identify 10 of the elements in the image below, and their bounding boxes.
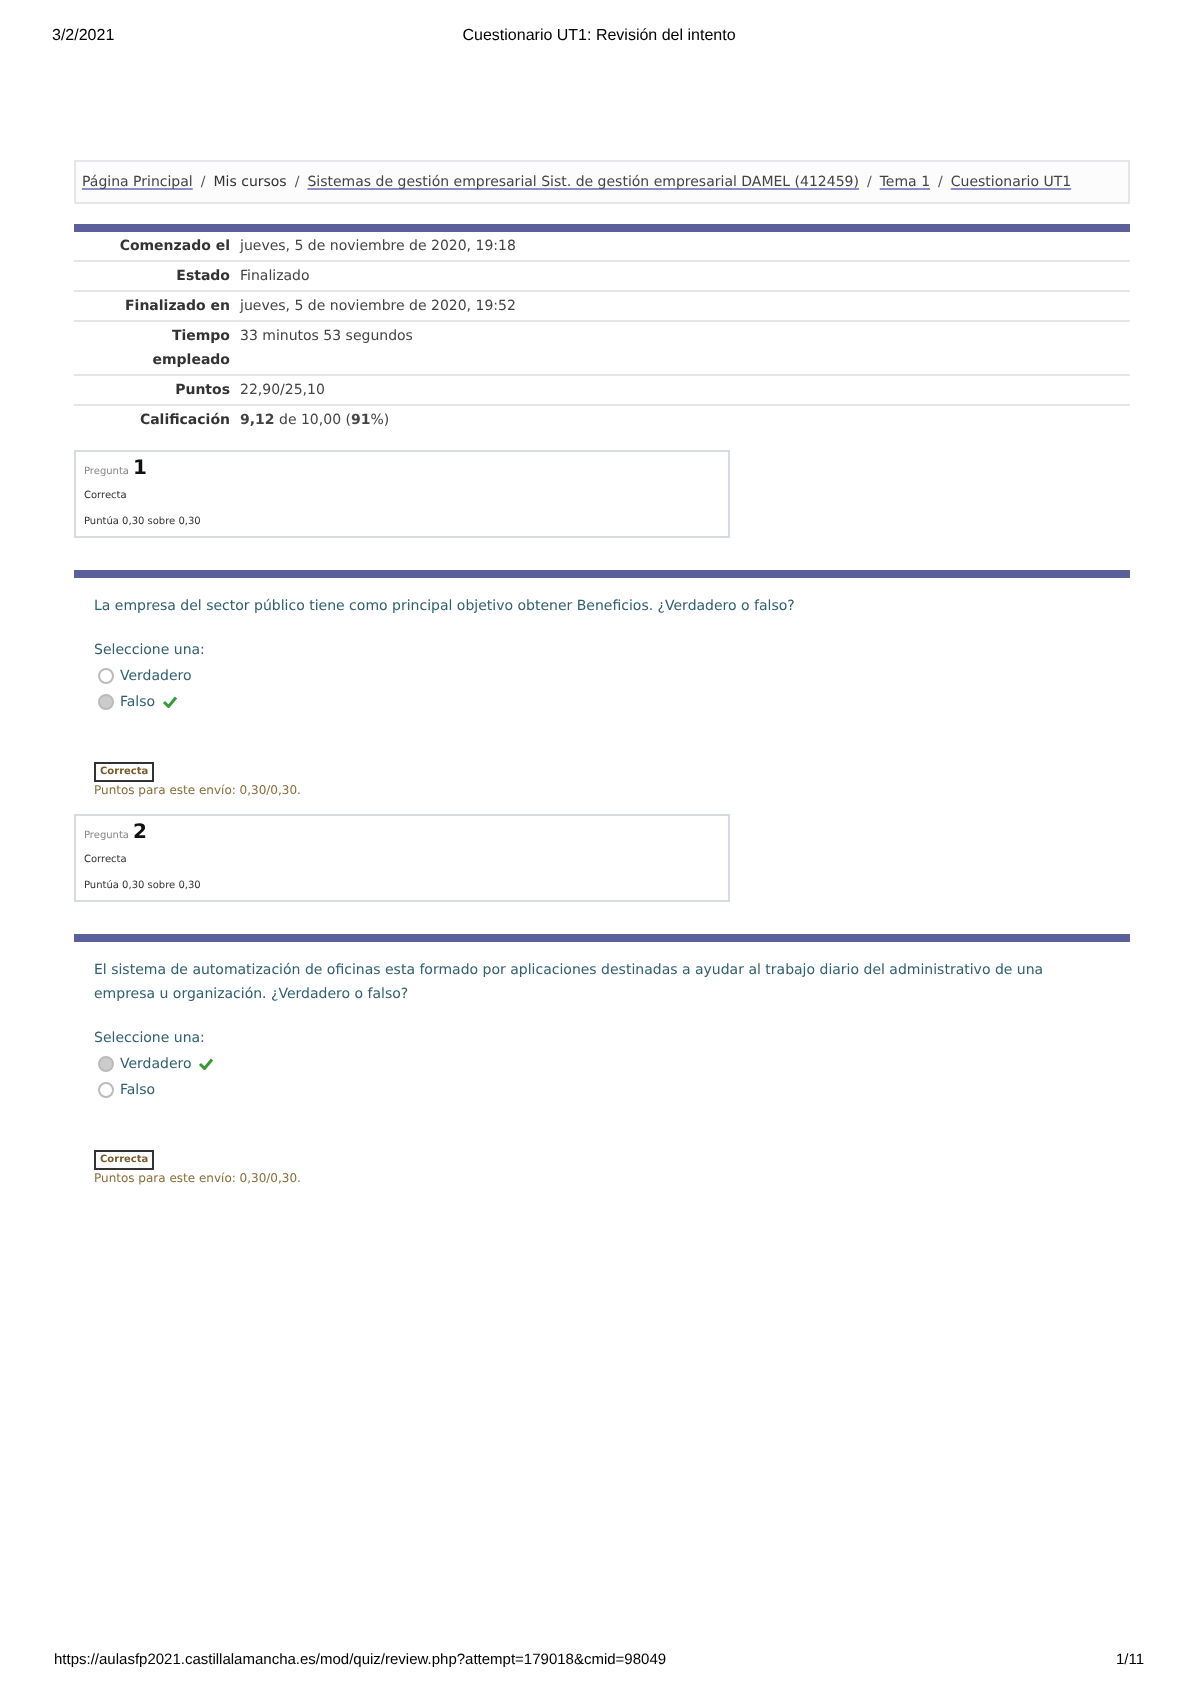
radio-button[interactable] — [98, 1056, 114, 1072]
radio-button[interactable] — [98, 694, 114, 710]
question-number: 1 — [133, 458, 147, 480]
check-icon — [197, 1058, 214, 1070]
check-icon — [161, 696, 178, 708]
question-number: 2 — [133, 822, 147, 844]
radio-button[interactable] — [98, 668, 114, 684]
radio-button[interactable] — [98, 1082, 114, 1098]
page-title: Cuestionario UT1: Revisión del intento — [462, 26, 736, 44]
print-date: 3/2/2021 — [52, 26, 117, 44]
